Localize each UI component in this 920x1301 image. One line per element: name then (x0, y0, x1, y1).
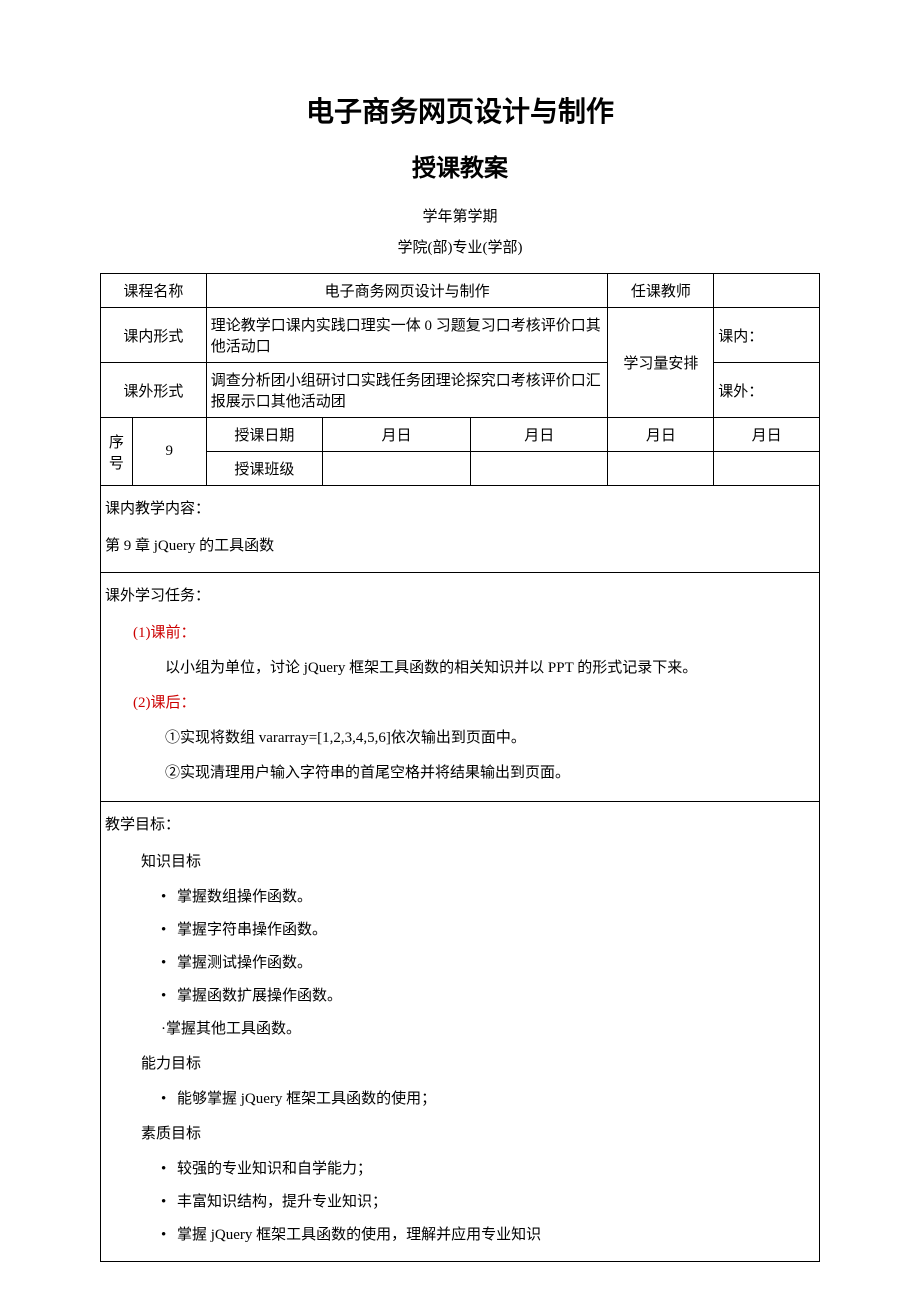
goals-label: 教学目标： (105, 812, 815, 839)
date-cell: 月日 (714, 418, 820, 452)
outclass-task-label: 课外学习任务： (105, 583, 815, 610)
value-teacher (714, 274, 820, 308)
label-seq: 序号 (101, 418, 133, 486)
value-outclass-form: 调查分析团小组研讨口实践任务团理论探究口考核评价口汇报展示口其他活动团 (206, 363, 608, 418)
postclass-item: ②实现清理用户输入字符串的首尾空格并将结果输出到页面。 (105, 760, 815, 787)
class-cell (323, 452, 471, 486)
date-cell: 月日 (608, 418, 714, 452)
label-course-name: 课程名称 (101, 274, 207, 308)
inclass-content-cell: 课内教学内容： 第 9 章 jQuery 的工具函数 (101, 486, 820, 573)
goal-item: ·掌握其他工具函数。 (105, 1016, 815, 1043)
outclass-task-cell: 课外学习任务： (1)课前： 以小组为单位，讨论 jQuery 框架工具函数的相… (101, 573, 820, 802)
class-cell (471, 452, 608, 486)
goal-item: 掌握 jQuery 框架工具函数的使用，理解并应用专业知识 (105, 1222, 815, 1249)
table-row: 序号 9 授课日期 月日 月日 月日 月日 (101, 418, 820, 452)
college-line: 学院(部)专业(学部) (100, 236, 820, 257)
chapter-text: 第 9 章 jQuery 的工具函数 (105, 533, 815, 560)
goal-item: 能够掌握 jQuery 框架工具函数的使用； (105, 1086, 815, 1113)
quality-goal-label: 素质目标 (105, 1121, 815, 1148)
class-cell (714, 452, 820, 486)
label-study-arrange: 学习量安排 (608, 308, 714, 418)
goal-item: 掌握数组操作函数。 (105, 884, 815, 911)
goals-cell: 教学目标： 知识目标 掌握数组操作函数。 掌握字符串操作函数。 掌握测试操作函数… (101, 802, 820, 1262)
preclass-label: (1)课前： (105, 620, 815, 647)
label-teacher: 任课教师 (608, 274, 714, 308)
postclass-label: (2)课后： (105, 690, 815, 717)
date-cell: 月日 (323, 418, 471, 452)
label-teach-date: 授课日期 (206, 418, 322, 452)
table-row: 课程名称 电子商务网页设计与制作 任课教师 (101, 274, 820, 308)
inclass-content-label: 课内教学内容： (105, 496, 815, 523)
table-row: 授课班级 (101, 452, 820, 486)
postclass-item: ①实现将数组 vararray=[1,2,3,4,5,6]依次输出到页面中。 (105, 725, 815, 752)
label-teach-class: 授课班级 (206, 452, 322, 486)
date-cell: 月日 (471, 418, 608, 452)
preclass-text: 以小组为单位，讨论 jQuery 框架工具函数的相关知识并以 PPT 的形式记录… (105, 655, 815, 682)
table-row: 课内教学内容： 第 9 章 jQuery 的工具函数 (101, 486, 820, 573)
goal-item: 掌握测试操作函数。 (105, 950, 815, 977)
class-cell (608, 452, 714, 486)
value-inclass-form: 理论教学口课内实践口理实一体 0 习题复习口考核评价口其他活动口 (206, 308, 608, 363)
table-row: 课内形式 理论教学口课内实践口理实一体 0 习题复习口考核评价口其他活动口 学习… (101, 308, 820, 363)
table-row: 教学目标： 知识目标 掌握数组操作函数。 掌握字符串操作函数。 掌握测试操作函数… (101, 802, 820, 1262)
goal-item: 掌握字符串操作函数。 (105, 917, 815, 944)
label-inclass-form: 课内形式 (101, 308, 207, 363)
lesson-table: 课程名称 电子商务网页设计与制作 任课教师 课内形式 理论教学口课内实践口理实一… (100, 273, 820, 1262)
knowledge-goal-label: 知识目标 (105, 849, 815, 876)
goal-item: 较强的专业知识和自学能力； (105, 1156, 815, 1183)
semester-line: 学年第学期 (100, 205, 820, 226)
goal-item: 丰富知识结构，提升专业知识； (105, 1189, 815, 1216)
ability-goal-label: 能力目标 (105, 1051, 815, 1078)
doc-title: 电子商务网页设计与制作 (100, 90, 820, 130)
value-inclass-amount: 课内： (714, 308, 820, 363)
value-course-name: 电子商务网页设计与制作 (206, 274, 608, 308)
doc-subtitle: 授课教案 (100, 148, 820, 183)
goal-item: 掌握函数扩展操作函数。 (105, 983, 815, 1010)
value-seq: 9 (132, 418, 206, 486)
table-row: 课外学习任务： (1)课前： 以小组为单位，讨论 jQuery 框架工具函数的相… (101, 573, 820, 802)
value-outclass-amount: 课外： (714, 363, 820, 418)
label-outclass-form: 课外形式 (101, 363, 207, 418)
